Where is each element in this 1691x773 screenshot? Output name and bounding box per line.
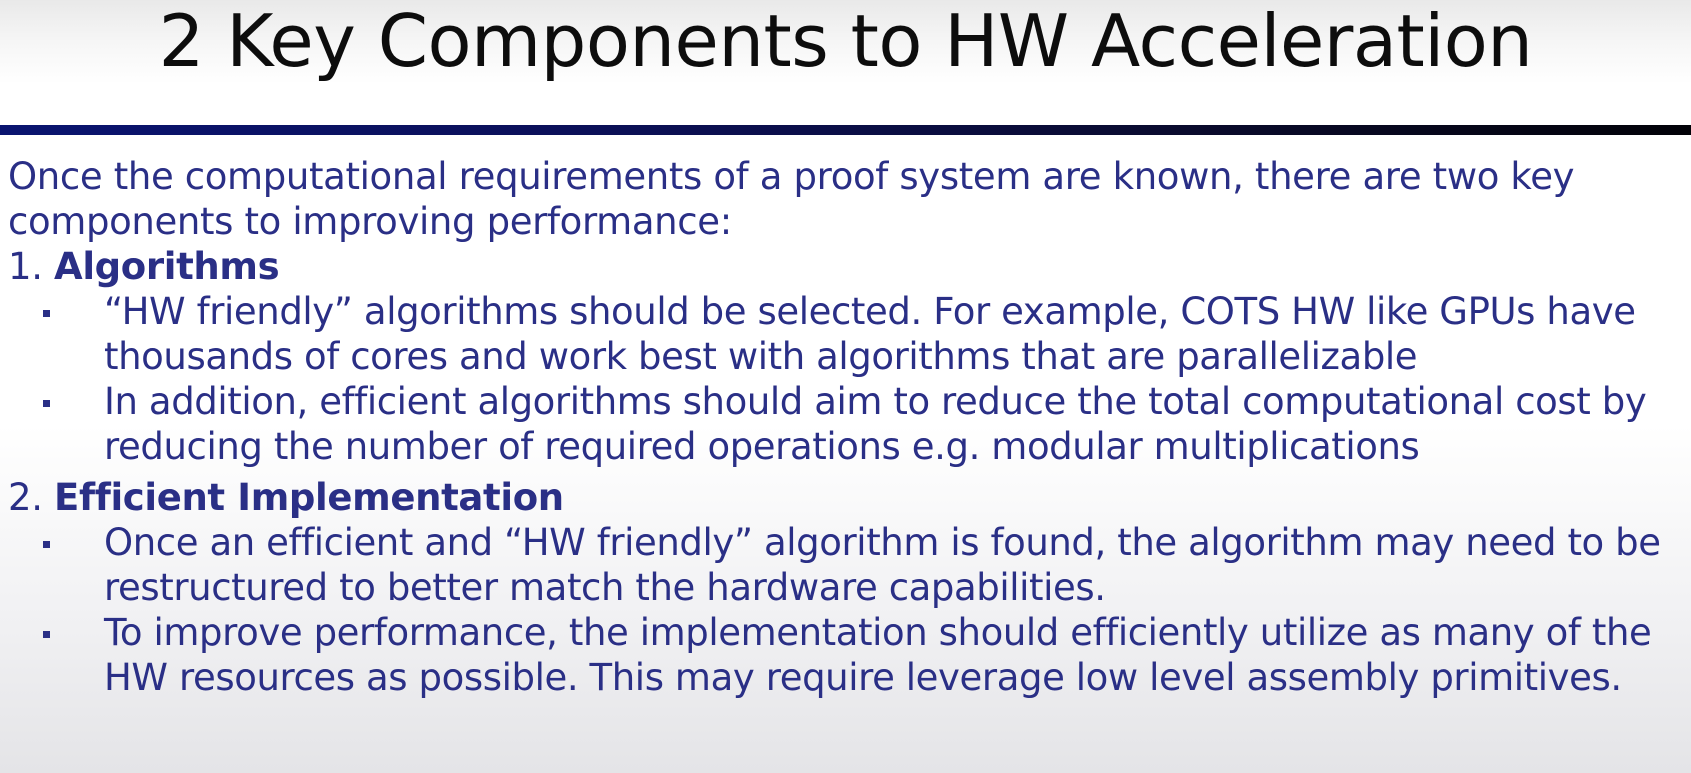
- bullet-marker-icon: [43, 631, 50, 638]
- bullet-text: Once an efficient and “HW friendly” algo…: [104, 521, 1661, 609]
- bullet-item: In addition, efficient algorithms should…: [0, 379, 1691, 469]
- bullet-marker-icon: [43, 541, 50, 548]
- slide-body: Once the computational requirements of a…: [0, 154, 1691, 706]
- section-heading-algorithms: 1. Algorithms: [8, 244, 1691, 289]
- bullet-marker-icon: [43, 400, 50, 407]
- bullet-list-algorithms: “HW friendly” algorithms should be selec…: [0, 289, 1691, 469]
- section-number: 1.: [8, 245, 43, 288]
- section-heading-efficient-implementation: 2. Efficient Implementation: [8, 475, 1691, 520]
- bullet-list-efficient-implementation: Once an efficient and “HW friendly” algo…: [0, 520, 1691, 700]
- title-divider: [0, 125, 1691, 135]
- bullet-item: “HW friendly” algorithms should be selec…: [0, 289, 1691, 379]
- section-number: 2.: [8, 476, 43, 519]
- bullet-text: “HW friendly” algorithms should be selec…: [104, 290, 1636, 378]
- bullet-item: To improve performance, the implementati…: [0, 610, 1691, 700]
- section-label: Algorithms: [54, 245, 280, 288]
- bullet-marker-icon: [43, 310, 50, 317]
- bullet-text: In addition, efficient algorithms should…: [104, 380, 1647, 468]
- section-label: Efficient Implementation: [54, 476, 564, 519]
- bullet-text: To improve performance, the implementati…: [104, 611, 1652, 699]
- slide-title: 2 Key Components to HW Acceleration: [158, 0, 1533, 83]
- intro-text: Once the computational requirements of a…: [8, 155, 1575, 243]
- bullet-item: Once an efficient and “HW friendly” algo…: [0, 520, 1691, 610]
